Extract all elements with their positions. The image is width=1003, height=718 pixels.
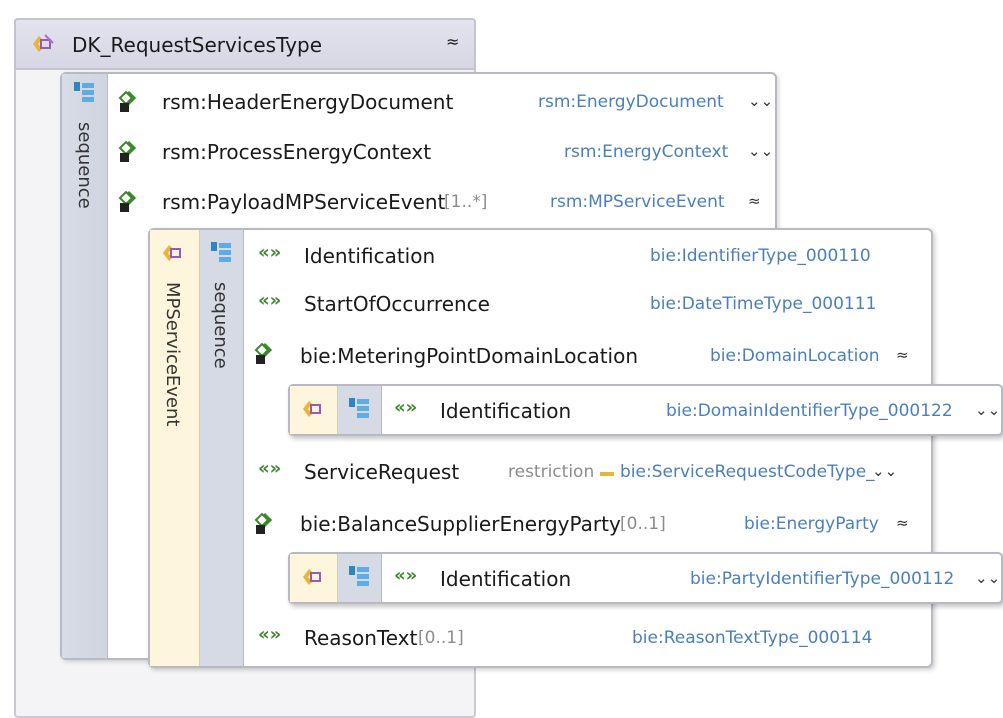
element-name: Identification	[440, 567, 572, 591]
element-row[interactable]: «» Identification bie:DomainIdentifierTy…	[394, 395, 1000, 429]
element-name: Identification	[304, 244, 436, 268]
sequence-icon	[347, 396, 371, 424]
nested-complex-strip	[290, 386, 338, 434]
element-row[interactable]: «» Identification bie:PartyIdentifierTyp…	[394, 563, 1000, 597]
element-type[interactable]: rsm:MPServiceEvent	[550, 192, 725, 212]
nested-sequence-strip	[338, 554, 382, 602]
element-type[interactable]: bie:IdentifierType_000110	[650, 246, 871, 266]
element-ref-icon	[118, 86, 150, 118]
element-icon: «»	[394, 565, 418, 586]
element-name: rsm:PayloadMPServiceEvent	[162, 190, 446, 214]
expand-icon[interactable]: ⌄⌄	[975, 569, 1000, 587]
element-row[interactable]: «» StartOfOccurrence bie:DateTimeType_00…	[258, 288, 898, 322]
element-name: ServiceRequest	[304, 460, 460, 484]
expand-icon[interactable]: ⌄⌄	[748, 92, 773, 110]
element-row[interactable]: rsm:PayloadMPServiceEvent [1..*] rsm:MPS…	[118, 184, 768, 220]
collapse-icon[interactable]: ≈	[896, 346, 909, 364]
inner-sequence-strip: sequence	[200, 230, 244, 666]
sequence-icon	[347, 564, 371, 592]
collapse-icon[interactable]: ≈	[748, 192, 761, 210]
element-multiplicity: [0..1]	[620, 514, 666, 534]
element-row[interactable]: rsm:ProcessEnergyContext rsm:EnergyConte…	[118, 134, 773, 170]
nested-sequence-strip	[338, 386, 382, 434]
inner-complex-name: MPServiceEvent	[162, 282, 183, 427]
element-multiplicity: [0..1]	[418, 628, 464, 648]
collapse-icon[interactable]: ≈	[446, 32, 459, 51]
element-type[interactable]: bie:DateTimeType_000111	[650, 294, 876, 314]
element-row[interactable]: «» ServiceRequest restriction bie:Servic…	[258, 456, 898, 490]
element-multiplicity: [1..*]	[444, 192, 488, 212]
sequence-icon	[72, 80, 96, 108]
complex-type-name: DK_RequestServicesType	[72, 33, 323, 57]
expand-icon[interactable]: ⌄⌄	[975, 401, 1000, 419]
complex-type-header[interactable]: DK_RequestServicesType ≈	[14, 18, 476, 70]
element-name: rsm:HeaderEnergyDocument	[162, 90, 454, 114]
element-ref-icon	[254, 338, 286, 370]
element-row[interactable]: «» Identification bie:IdentifierType_000…	[258, 240, 898, 274]
element-icon: «»	[258, 242, 282, 263]
element-ref-icon	[118, 136, 150, 168]
collapse-icon[interactable]: ≈	[896, 514, 909, 532]
element-icon: «»	[258, 458, 282, 479]
inner-complex-strip: MPServiceEvent	[150, 230, 200, 666]
element-icon: «»	[258, 290, 282, 311]
sequence-icon	[209, 240, 233, 268]
element-type[interactable]: bie:DomainIdentifierType_000122	[666, 401, 953, 421]
element-name: ReasonText	[304, 626, 418, 650]
element-type[interactable]: rsm:EnergyContext	[564, 142, 728, 162]
restriction-label: restriction	[508, 462, 595, 482]
complex-type-icon	[30, 31, 56, 61]
element-row[interactable]: bie:MeteringPointDomainLocation bie:Doma…	[254, 338, 914, 372]
complex-type-icon	[300, 564, 326, 594]
element-icon: «»	[394, 397, 418, 418]
element-type[interactable]: bie:ReasonTextType_000114	[632, 628, 872, 648]
inner-sequence-label: sequence	[210, 282, 231, 369]
element-type[interactable]: rsm:EnergyDocument	[538, 92, 724, 112]
nested-complex-strip	[290, 554, 338, 602]
element-ref-icon	[118, 186, 150, 218]
restriction-icon	[600, 472, 614, 476]
complex-type-icon	[300, 396, 326, 426]
element-name: StartOfOccurrence	[304, 292, 490, 316]
element-ref-icon	[254, 508, 286, 540]
element-type[interactable]: bie:DomainLocation	[710, 346, 880, 366]
element-name: rsm:ProcessEnergyContext	[162, 140, 432, 164]
element-icon: «»	[258, 624, 282, 645]
element-name: Identification	[440, 399, 572, 423]
element-name: bie:MeteringPointDomainLocation	[300, 344, 639, 368]
sequence-strip: sequence	[62, 74, 108, 658]
expand-icon[interactable]: ⌄⌄	[748, 142, 773, 160]
element-name: bie:BalanceSupplierEnergyParty	[300, 512, 621, 536]
element-row[interactable]: «» ReasonText [0..1] bie:ReasonTextType_…	[258, 622, 898, 656]
element-row[interactable]: rsm:HeaderEnergyDocument rsm:EnergyDocum…	[118, 84, 773, 120]
expand-icon[interactable]: ⌄⌄	[872, 462, 897, 480]
complex-type-icon	[160, 240, 186, 270]
element-type[interactable]: bie:ServiceRequestCodeType_	[620, 462, 875, 482]
element-row[interactable]: bie:BalanceSupplierEnergyParty [0..1] bi…	[254, 508, 914, 542]
sequence-label: sequence	[74, 122, 95, 209]
element-type[interactable]: bie:EnergyParty	[744, 514, 879, 534]
element-type[interactable]: bie:PartyIdentifierType_000112	[690, 569, 954, 589]
